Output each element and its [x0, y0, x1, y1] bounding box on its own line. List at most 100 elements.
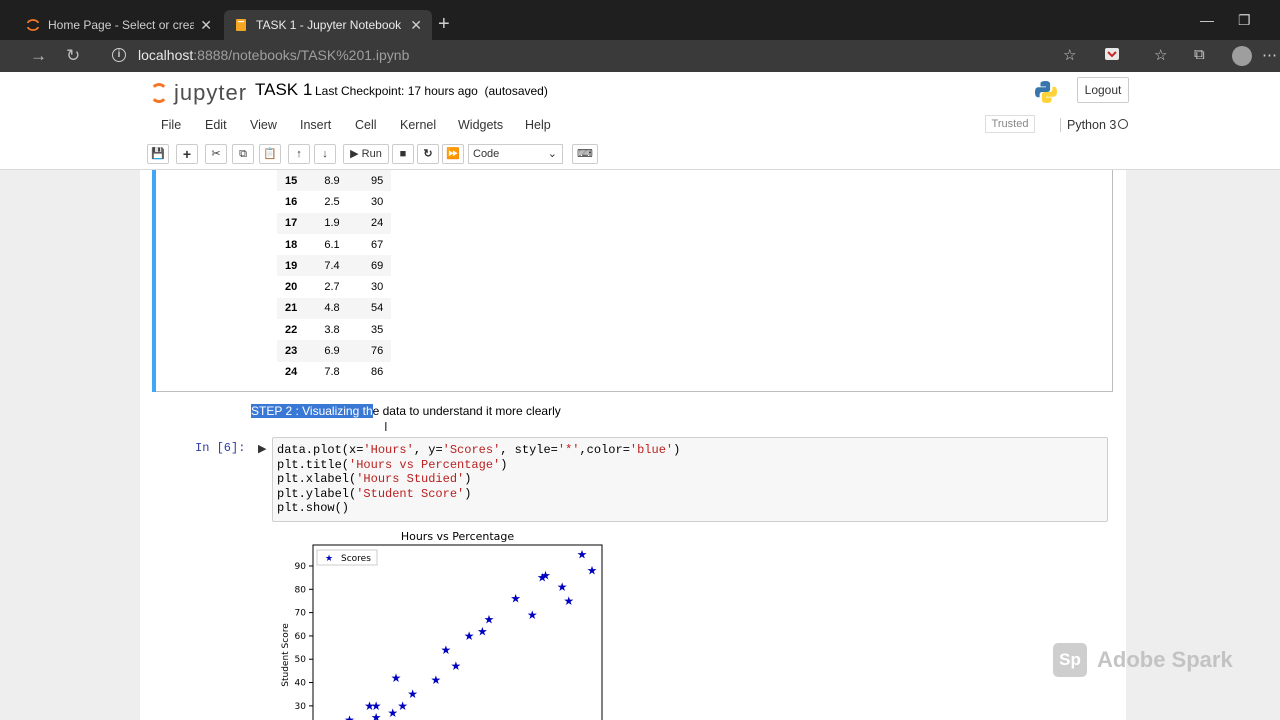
hours-cell: 8.9	[307, 170, 357, 192]
data-point: ★	[464, 629, 475, 643]
tab-task1-notebook[interactable]: TASK 1 - Jupyter Notebook ✕	[224, 10, 432, 40]
minimize-icon[interactable]: —	[1200, 12, 1214, 28]
menu-file[interactable]: File	[161, 118, 181, 132]
menu-kernel[interactable]: Kernel	[400, 118, 436, 132]
restore-window-icon[interactable]: ❐	[1238, 12, 1251, 29]
scores-cell: 54	[357, 297, 392, 320]
forward-arrow-icon[interactable]: →	[30, 46, 47, 66]
table-row: 15 8.9 95	[277, 170, 392, 192]
tab-title: TASK 1 - Jupyter Notebook	[256, 18, 402, 32]
run-icon: ▶︎	[350, 148, 359, 160]
close-tab-icon[interactable]: ✕	[200, 17, 212, 34]
tab-title: Home Page - Select or create a n	[48, 18, 195, 32]
restart-kernel-icon[interactable]: ↻	[417, 144, 439, 164]
move-up-icon[interactable]: ↑	[288, 144, 310, 164]
info-icon[interactable]: i	[112, 48, 126, 62]
menu-help[interactable]: Help	[525, 118, 551, 132]
paste-icon[interactable]: 📋	[259, 144, 281, 164]
row-index: 19	[277, 255, 307, 277]
jupyter-favicon-icon	[26, 18, 40, 32]
save-icon[interactable]: 💾	[147, 144, 169, 164]
scores-cell: 30	[371, 281, 384, 294]
text-cursor-icon: I	[384, 419, 388, 434]
menu-widgets[interactable]: Widgets	[458, 118, 503, 132]
restart-run-all-icon[interactable]: ⏩	[442, 144, 464, 164]
close-tab-icon[interactable]: ✕	[410, 17, 422, 34]
code-line: plt.title('Hours vs Percentage')	[277, 457, 508, 472]
scores-cell: 95	[357, 170, 392, 192]
y-tick-label: 40	[295, 679, 307, 689]
scores-cell: 69	[357, 255, 392, 277]
trusted-badge[interactable]: Trusted	[985, 115, 1035, 133]
data-point: ★	[577, 547, 588, 561]
y-tick-label: 30	[295, 702, 307, 712]
hours-cell: 2.7	[324, 281, 340, 294]
pocket-extension-icon[interactable]	[1104, 46, 1120, 66]
notebook-title[interactable]: TASK 1	[255, 80, 312, 100]
checkpoint-status: Last Checkpoint: 17 hours ago (autosaved…	[315, 84, 548, 98]
move-down-icon[interactable]: ↓	[314, 144, 336, 164]
hours-cell: 7.8	[324, 366, 340, 379]
interrupt-kernel-icon[interactable]: ■	[392, 144, 414, 164]
row-index: 20	[285, 281, 298, 294]
data-point: ★	[450, 659, 461, 673]
data-point: ★	[563, 594, 574, 608]
collections-icon[interactable]: ⧉	[1194, 46, 1205, 63]
url-field[interactable]: i localhost:8888/notebooks/TASK%201.ipyn…	[100, 43, 1100, 69]
tab-home-page[interactable]: Home Page - Select or create a n ✕	[16, 10, 222, 40]
menu-view[interactable]: View	[250, 118, 277, 132]
legend-marker: ★	[325, 553, 333, 563]
table-row: 17 1.9 24	[277, 212, 392, 234]
scatter-chart-output: Hours vs Percentage2030405060708090Stude…	[272, 528, 612, 720]
table-row: 23 6.9 76	[277, 340, 392, 362]
more-menu-icon[interactable]: ⋯	[1262, 46, 1277, 64]
checkpoint-time: 17 hours ago	[407, 84, 478, 98]
cell-type-select[interactable]: Code ⌄	[468, 144, 563, 164]
code-editor[interactable]: data.plot(x='Hours', y='Scores', style='…	[272, 437, 1108, 522]
chart-svg: Hours vs Percentage2030405060708090Stude…	[281, 530, 603, 720]
favorites-icon[interactable]: ☆	[1154, 46, 1167, 64]
menu-bar: File Edit View Insert Cell Kernel Widget…	[150, 110, 1136, 138]
scores-cell: 24	[357, 212, 392, 234]
logout-button[interactable]: Logout	[1077, 77, 1129, 103]
menu-cell[interactable]: Cell	[355, 118, 377, 132]
data-point: ★	[540, 568, 551, 582]
data-point: ★	[371, 699, 382, 713]
row-index: 18	[285, 238, 298, 251]
cut-icon[interactable]: ✂	[205, 144, 227, 164]
menu-insert[interactable]: Insert	[300, 118, 331, 132]
data-point: ★	[407, 687, 418, 701]
scores-cell: 35	[371, 323, 384, 336]
hours-cell: 4.8	[307, 297, 357, 320]
profile-avatar[interactable]	[1232, 46, 1252, 66]
y-tick-label: 70	[295, 609, 307, 619]
command-palette-keyboard-icon[interactable]: ⌨	[572, 144, 598, 164]
run-cell-icon[interactable]: ▶︎	[258, 442, 266, 455]
star-plus-icon[interactable]: ☆	[1063, 46, 1076, 64]
row-index: 21	[277, 297, 307, 320]
copy-icon[interactable]: ⧉	[232, 144, 254, 164]
legend-label: Scores	[341, 554, 371, 564]
code-line: plt.xlabel('Hours Studied')	[277, 472, 472, 486]
selected-text: STEP 2 : Visualizing th	[251, 404, 373, 418]
y-tick-label: 90	[295, 562, 307, 572]
scores-cell: 76	[357, 340, 392, 362]
hours-cell: 6.1	[324, 238, 340, 251]
jupyter-logo[interactable]: jupyter	[150, 80, 247, 106]
y-axis-label: Student Score	[281, 623, 291, 687]
markdown-cell[interactable]: STEP 2 : Visualizing the data to underst…	[251, 404, 561, 418]
new-tab-button[interactable]: +	[438, 14, 450, 34]
code-line: plt.ylabel('Student Score')	[277, 486, 472, 501]
reload-icon[interactable]: ↻	[66, 46, 80, 66]
input-prompt: In [6]:	[195, 441, 246, 455]
adobe-spark-watermark: Sp Adobe Spark	[1053, 640, 1239, 680]
hours-cell: 1.9	[307, 212, 357, 234]
data-point: ★	[484, 613, 495, 627]
menu-edit[interactable]: Edit	[205, 118, 227, 132]
url-path: :8888/notebooks/TASK%201.ipynb	[193, 47, 410, 63]
table-row: 24 7.8 86	[277, 362, 391, 383]
run-button[interactable]: ▶︎ Run	[343, 144, 389, 164]
python-logo-icon	[1034, 80, 1058, 104]
insert-cell-below-icon[interactable]: +	[176, 144, 198, 164]
data-point: ★	[344, 713, 355, 720]
